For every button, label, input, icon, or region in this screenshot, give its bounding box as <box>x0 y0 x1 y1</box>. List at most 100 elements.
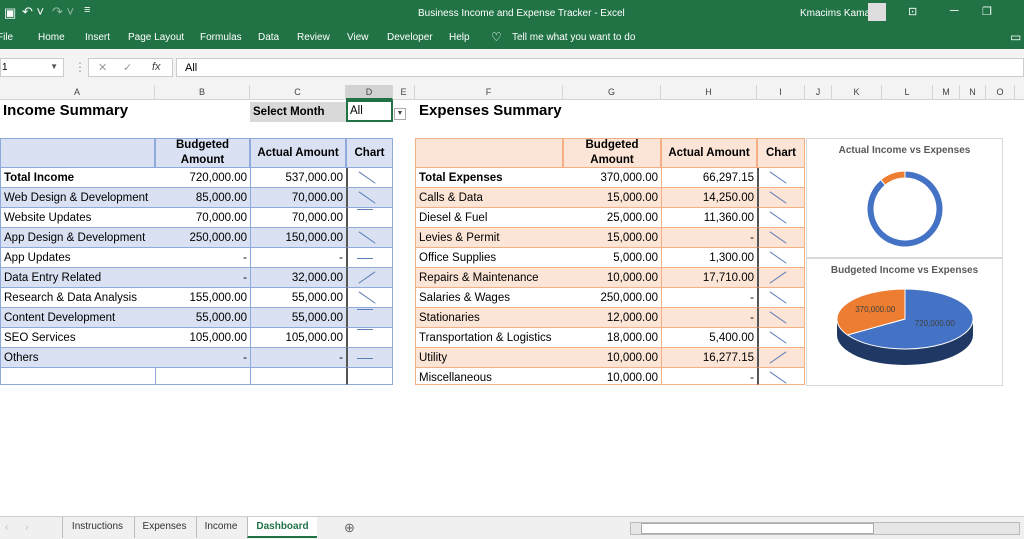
sparkline-cell <box>757 228 805 248</box>
worksheet-grid[interactable]: Income Summary Select Month All ▼ Expens… <box>0 100 1024 516</box>
column-header-n[interactable]: N <box>960 85 986 100</box>
save-icon[interactable]: ▣ <box>4 5 16 21</box>
sparkline-up <box>358 271 376 284</box>
sparkline-cell <box>757 308 805 328</box>
tab-data[interactable]: Data <box>258 32 279 43</box>
chevron-down-icon[interactable]: ▼ <box>50 62 58 71</box>
budgeted-amount: 155,000.00 <box>155 288 250 308</box>
window-title: Business Income and Expense Tracker - Ex… <box>418 8 625 19</box>
column-header-i[interactable]: I <box>757 85 805 100</box>
ribbon-display-icon[interactable]: ⊡ <box>908 5 917 18</box>
tab-developer[interactable]: Developer <box>387 32 433 43</box>
sparkline-cell <box>757 188 805 208</box>
column-header-f[interactable]: F <box>415 85 563 100</box>
formula-buttons: ✕ ✓ fx <box>88 58 173 77</box>
actual-income-vs-expenses-chart[interactable]: Actual Income vs Expenses <box>806 138 1003 258</box>
budgeted-amount: 250,000.00 <box>563 288 661 308</box>
column-header-h[interactable]: H <box>661 85 757 100</box>
customize-qat-icon[interactable]: ≡ <box>84 4 90 16</box>
budgeted-amount: 85,000.00 <box>155 188 250 208</box>
comments-icon[interactable]: ▭ <box>1010 30 1021 44</box>
sheet-tab-expenses[interactable]: Expenses <box>134 517 194 538</box>
column-header-e[interactable]: E <box>393 85 415 100</box>
month-dropdown-button[interactable]: ▼ <box>394 108 406 120</box>
column-header-o[interactable]: O <box>986 85 1015 100</box>
sparkline-flat <box>357 258 373 260</box>
column-header-l[interactable]: L <box>882 85 933 100</box>
row-label: Miscellaneous <box>415 368 563 385</box>
sparkline-down <box>358 291 376 304</box>
donut-slice-0[interactable] <box>866 170 944 248</box>
donut-slice-1[interactable] <box>880 170 906 186</box>
sparkline-down <box>769 211 787 224</box>
sparkline-flat-top <box>357 209 373 211</box>
horizontal-scrollbar[interactable] <box>630 522 1020 535</box>
pie-data-label: 720,000.00 <box>915 319 956 328</box>
sparkline-down <box>769 371 787 384</box>
column-header-m[interactable]: M <box>933 85 960 100</box>
column-header-b[interactable]: B <box>155 85 250 100</box>
sparkline-flat <box>357 358 373 360</box>
tab-insert[interactable]: Insert <box>85 32 110 43</box>
tab-file[interactable]: File <box>0 32 13 43</box>
name-box[interactable]: 1 ▼ <box>0 58 64 77</box>
actual-amount: 537,000.00 <box>250 168 346 188</box>
tab-review[interactable]: Review <box>297 32 330 43</box>
tab-page-layout[interactable]: Page Layout <box>128 32 184 43</box>
restore-icon[interactable]: ❐ <box>982 5 992 18</box>
formula-input[interactable]: All <box>176 58 1024 77</box>
undo-icon[interactable]: ↶ ˅ <box>22 4 44 20</box>
income-header-3: Chart <box>346 138 393 168</box>
budgeted-amount: 250,000.00 <box>155 228 250 248</box>
actual-amount: 70,000.00 <box>250 188 346 208</box>
redo-icon[interactable]: ↷ ˅ <box>52 4 74 20</box>
cancel-icon[interactable]: ✕ <box>98 61 107 74</box>
sparkline-down <box>358 191 376 204</box>
avatar[interactable] <box>868 3 886 21</box>
actual-amount: 55,000.00 <box>250 288 346 308</box>
actual-amount: 150,000.00 <box>250 228 346 248</box>
sparkline-down <box>769 231 787 244</box>
sparkline-cell <box>346 228 393 248</box>
row-label: Utility <box>415 348 563 368</box>
actual-amount: 1,300.00 <box>661 248 757 268</box>
row-label: App Design & Development <box>0 228 155 248</box>
empty-cell <box>155 368 250 385</box>
tell-me-search[interactable]: Tell me what you want to do <box>512 32 635 43</box>
row-label: Data Entry Related <box>0 268 155 288</box>
sheet-tab-income[interactable]: Income <box>196 517 245 538</box>
budgeted-income-vs-expenses-chart[interactable]: Budgeted Income vs Expenses 720,000.00 37… <box>806 258 1003 386</box>
sparkline-cell <box>757 248 805 268</box>
add-sheet-icon[interactable]: ⊕ <box>344 520 355 536</box>
sheet-tab-instructions[interactable]: Instructions <box>62 517 132 538</box>
budgeted-amount: 10,000.00 <box>563 368 661 385</box>
column-header-j[interactable]: J <box>805 85 832 100</box>
tab-home[interactable]: Home <box>38 32 65 43</box>
scrollbar-thumb[interactable] <box>641 523 874 534</box>
month-select[interactable]: All <box>346 100 393 122</box>
tab-view[interactable]: View <box>347 32 369 43</box>
budgeted-amount: 25,000.00 <box>563 208 661 228</box>
tab-formulas[interactable]: Formulas <box>200 32 242 43</box>
column-header-g[interactable]: G <box>563 85 661 100</box>
expenses-summary-title: Expenses Summary <box>419 102 562 119</box>
scroll-tabs-right-icon[interactable]: › <box>25 522 28 533</box>
scroll-tabs-left-icon[interactable]: ‹ <box>5 522 8 533</box>
row-label: Total Expenses <box>415 168 563 188</box>
month-select-value: All <box>350 105 363 117</box>
minimize-icon[interactable]: ─ <box>950 3 959 17</box>
enter-icon[interactable]: ✓ <box>123 61 132 74</box>
insert-function-icon[interactable]: fx <box>152 61 161 73</box>
tab-help[interactable]: Help <box>449 32 470 43</box>
sheet-tab-dashboard[interactable]: Dashboard <box>247 517 317 538</box>
row-label: Transportation & Logistics <box>415 328 563 348</box>
column-header-a[interactable]: A <box>0 85 155 100</box>
column-header-c[interactable]: C <box>250 85 346 100</box>
column-header-d[interactable]: D <box>346 85 393 100</box>
sparkline-cell <box>757 288 805 308</box>
budgeted-amount: 55,000.00 <box>155 308 250 328</box>
sparkline-down <box>769 251 787 264</box>
sparkline-down <box>769 311 787 324</box>
column-header-k[interactable]: K <box>832 85 882 100</box>
row-label: Calls & Data <box>415 188 563 208</box>
